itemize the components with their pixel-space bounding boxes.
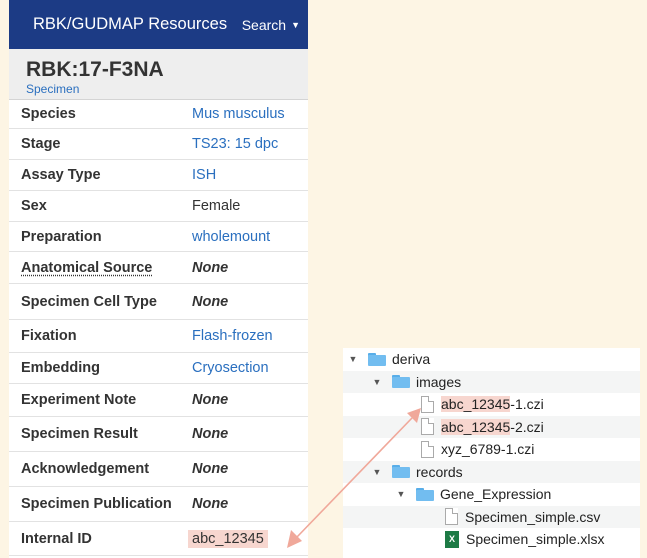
field-row-embedding: Embedding Cryosection xyxy=(9,353,308,384)
field-value-empty: None xyxy=(192,392,229,408)
field-label: Specimen Result xyxy=(21,426,138,442)
file-name-suffix: -2.czi xyxy=(510,418,544,435)
field-value-empty: None xyxy=(192,259,229,276)
record-panel: RBK/GUDMAP Resources Search ▼ RBK:17-F3N… xyxy=(9,0,308,558)
file-icon xyxy=(421,418,434,436)
field-value-link[interactable]: wholemount xyxy=(192,229,270,245)
file-icon xyxy=(421,395,434,413)
field-value-empty: None xyxy=(192,293,229,310)
field-value-empty: None xyxy=(192,496,229,512)
tree-item-label: deriva xyxy=(392,351,431,368)
field-value: Female xyxy=(192,198,241,214)
tree-item-label: images xyxy=(416,373,462,390)
tree-item-label: Specimen_simple.xlsx xyxy=(466,531,605,548)
file-icon xyxy=(421,440,434,458)
search-label: Search xyxy=(241,16,287,33)
field-row-specimen-publication: Specimen Publication None xyxy=(9,487,308,522)
field-label: Species xyxy=(21,106,76,122)
field-label-tooltip[interactable]: Anatomical Source xyxy=(9,260,192,276)
disclosure-triangle-icon[interactable]: ▼ xyxy=(395,489,407,499)
internal-id-value: abc_12345 xyxy=(188,529,268,548)
table-link[interactable]: Specimen xyxy=(26,82,308,96)
field-row-anatomical-source: Anatomical Source None xyxy=(9,252,308,284)
field-row-acknowledgement: Acknowledgement None xyxy=(9,452,308,487)
tree-item-deriva[interactable]: ▼ deriva xyxy=(343,348,640,371)
tree-item-file[interactable]: abc_12345 -1.czi xyxy=(343,393,640,416)
field-label: Fixation xyxy=(21,328,77,344)
tree-item-images[interactable]: ▼ images xyxy=(343,370,640,393)
tree-item-file[interactable]: xyz_6789-1.czi xyxy=(343,438,640,461)
file-icon xyxy=(445,508,458,526)
tree-item-label: xyz_6789-1.czi xyxy=(441,441,535,458)
search-menu[interactable]: Search ▼ xyxy=(242,17,300,33)
tree-item-file[interactable]: Specimen_simple.csv xyxy=(343,505,640,528)
field-row-species: Species Mus musculus xyxy=(9,100,308,129)
field-label: Embedding xyxy=(21,360,100,376)
field-label: Assay Type xyxy=(21,167,101,183)
field-row-experiment-note: Experiment Note None xyxy=(9,384,308,417)
tree-item-records[interactable]: ▼ records xyxy=(343,460,640,483)
disclosure-triangle-icon[interactable]: ▼ xyxy=(371,377,383,387)
field-row-sex: Sex Female xyxy=(9,191,308,222)
tree-item-file[interactable]: X Specimen_simple.xlsx xyxy=(343,528,640,551)
field-value-empty: None xyxy=(192,426,229,442)
field-row-fixation: Fixation Flash-frozen xyxy=(9,320,308,353)
tree-item-label: Gene_Expression xyxy=(440,486,552,503)
folder-icon xyxy=(416,487,434,501)
field-row-internal-id: Internal ID abc_12345 xyxy=(9,522,308,556)
field-row-stage: Stage TS23: 15 dpc xyxy=(9,129,308,160)
field-value-link[interactable]: Cryosection xyxy=(192,360,269,376)
field-label: Internal ID xyxy=(21,530,92,547)
field-label: Experiment Note xyxy=(21,392,137,408)
brand-link[interactable]: RBK/GUDMAP Resources xyxy=(33,15,227,34)
field-value-empty: None xyxy=(192,461,229,477)
field-label: Specimen Publication xyxy=(21,496,172,512)
field-label: Acknowledgement xyxy=(21,461,150,477)
excel-file-icon: X xyxy=(445,530,459,548)
disclosure-triangle-icon[interactable]: ▼ xyxy=(347,354,359,364)
file-name-suffix: -1.czi xyxy=(510,396,544,413)
tree-item-label: records xyxy=(416,463,463,480)
field-row-assay-type: Assay Type ISH xyxy=(9,160,308,191)
tree-item-label: Specimen_simple.csv xyxy=(465,508,601,525)
record-title-bar: RBK:17-F3NA Specimen xyxy=(9,49,308,100)
file-name-highlight: abc_12345 xyxy=(441,418,511,435)
navbar: RBK/GUDMAP Resources Search ▼ xyxy=(9,0,308,49)
folder-icon xyxy=(368,352,386,366)
field-row-specimen-cell-type: Specimen Cell Type None xyxy=(9,284,308,320)
field-label: Stage xyxy=(21,136,61,152)
tree-item-gene-expression[interactable]: ▼ Gene_Expression xyxy=(343,483,640,506)
field-value-link[interactable]: Mus musculus xyxy=(192,106,285,122)
file-name-highlight: abc_12345 xyxy=(441,396,511,413)
tree-item-file[interactable]: abc_12345 -2.czi xyxy=(343,415,640,438)
field-value-link[interactable]: ISH xyxy=(192,167,216,183)
folder-icon xyxy=(392,465,410,479)
field-label: Sex xyxy=(21,198,47,214)
field-value-link[interactable]: Flash-frozen xyxy=(192,328,273,344)
disclosure-triangle-icon[interactable]: ▼ xyxy=(371,467,383,477)
field-value-link[interactable]: TS23: 15 dpc xyxy=(192,136,278,152)
field-row-preparation: Preparation wholemount xyxy=(9,222,308,252)
field-label: Specimen Cell Type xyxy=(21,293,157,310)
page-title: RBK:17-F3NA xyxy=(26,58,164,81)
field-row-specimen-result: Specimen Result None xyxy=(9,417,308,452)
field-label: Preparation xyxy=(21,228,102,245)
folder-icon xyxy=(392,375,410,389)
file-tree: ▼ deriva ▼ images abc_12345 -1.czi abc_12… xyxy=(343,348,640,558)
caret-down-icon: ▼ xyxy=(291,19,300,30)
